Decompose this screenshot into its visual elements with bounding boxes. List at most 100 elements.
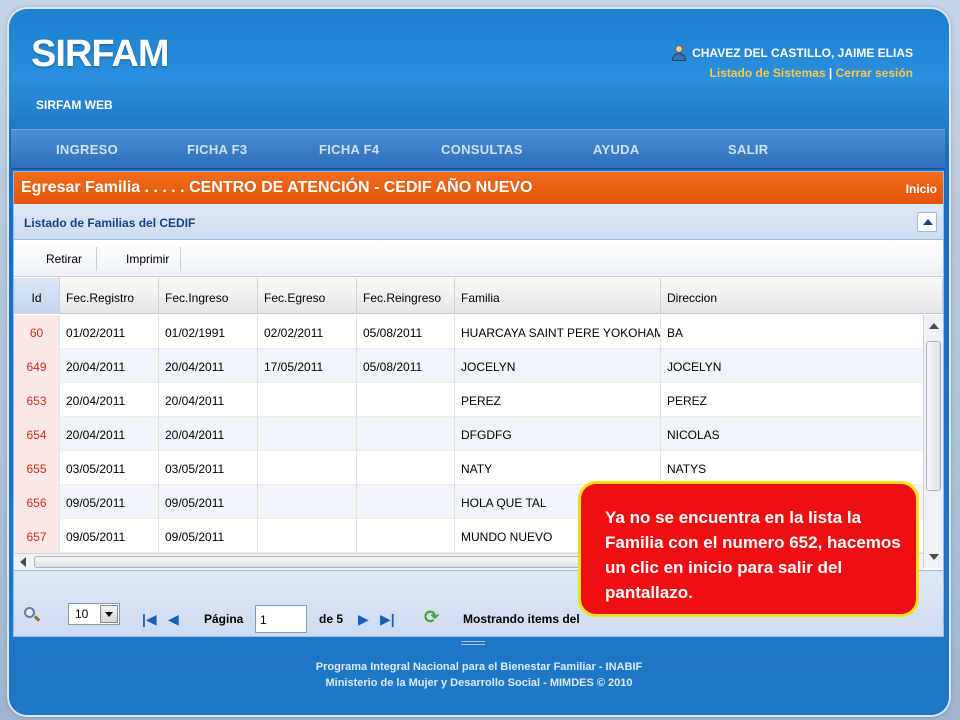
column-header-id[interactable]: Id [14,278,60,314]
table-row[interactable]: 60 01/02/2011 01/02/1991 02/02/2011 05/08/20… [14,315,924,349]
link-separator: | [825,66,836,80]
table-cell: 09/05/2011 [60,485,159,519]
page-label: Página [204,612,244,626]
table-cell: HUARCAYA SAINT PERE YOKOHAMA [455,315,661,349]
table-row[interactable]: 649 20/04/2011 20/04/2011 17/05/2011 05/08/2… [14,349,924,383]
table-cell: 20/04/2011 [159,383,258,417]
grid-toolbar: Retirar Imprimir [14,241,943,277]
table-cell: 20/04/2011 [159,417,258,451]
list-title: Listado de Familias del CEDIF [24,216,196,230]
scroll-down-icon[interactable] [929,554,939,560]
table-cell: NICOLAS [661,417,924,451]
next-page-icon[interactable]: ▶ [358,611,369,628]
scroll-left-icon[interactable] [20,557,26,567]
refresh-icon[interactable]: ⟳ [424,607,444,627]
menu-item-salir[interactable]: SALIR [728,142,769,157]
table-row[interactable]: 655 03/05/2011 03/05/2011 NATY NATYS [14,451,924,485]
menu-item-ficha-f3[interactable]: FICHA F3 [187,142,247,157]
last-page-icon[interactable]: ▶| [380,611,395,628]
footer-line-1: Programa Integral Nacional para el Biene… [315,661,643,673]
table-cell [258,417,357,451]
panel-titlebar: Egresar Familia . . . . . CENTRO DE ATEN… [14,172,943,204]
horizontal-scroll-thumb[interactable] [34,556,654,568]
systems-list-link[interactable]: Listado de Sistemas [710,66,826,80]
menu-item-consultas[interactable]: CONSULTAS [441,142,523,157]
toolbar-separator [96,247,97,271]
vertical-scrollbar[interactable] [923,315,943,568]
table-cell: 03/05/2011 [159,451,258,485]
user-icon [672,45,687,61]
row-id-cell: 654 [14,417,60,451]
row-id-cell: 656 [14,485,60,519]
page-of-label: de 5 [319,612,344,626]
search-icon[interactable] [24,607,42,625]
scroll-thumb[interactable] [926,341,941,491]
chevron-down-icon[interactable] [100,605,118,623]
table-cell [258,383,357,417]
table-cell: DFGDFG [455,417,661,451]
scroll-up-icon[interactable] [929,323,939,329]
retirar-button[interactable]: Retirar [46,252,82,266]
menu-item-ficha-f4[interactable]: FICHA F4 [319,142,379,157]
table-cell: 09/05/2011 [159,519,258,553]
page-size-value: 10 [75,607,89,621]
table-cell: 20/04/2011 [159,349,258,383]
row-id-cell: 60 [14,315,60,349]
table-cell [357,519,455,553]
footer: Programa Integral Nacional para el Biene… [9,659,949,691]
main-menu: INGRESO FICHA F3 FICHA F4 CONSULTAS AYUD… [11,129,945,169]
table-cell [357,383,455,417]
table-row[interactable]: 654 20/04/2011 20/04/2011 DFGDFG NICOLAS [14,417,924,451]
first-page-icon[interactable]: |◀ [142,611,157,628]
table-cell [357,417,455,451]
page-size-select[interactable]: 10 [68,603,120,625]
table-cell: 20/04/2011 [60,417,159,451]
table-cell: 05/08/2011 [357,349,455,383]
footer-line-2: Ministerio de la Mujer y Desarrollo Soci… [325,677,633,689]
table-cell: 01/02/1991 [159,315,258,349]
menu-item-ayuda[interactable]: AYUDA [593,142,640,157]
table-cell [357,485,455,519]
list-subheader: Listado de Familias del CEDIF [14,204,943,240]
table-cell: 20/04/2011 [60,349,159,383]
app-logo: SIRFAM [31,33,170,75]
table-cell: JOCELYN [455,349,661,383]
logout-link[interactable]: Cerrar sesión [836,66,913,80]
app-subtitle: SIRFAM WEB [36,98,113,112]
table-cell: BA [661,315,924,349]
column-header-fec-egreso[interactable]: Fec.Egreso [258,278,357,314]
table-cell [258,519,357,553]
resize-handle[interactable] [461,641,485,645]
annotation-callout: Ya no se encuentra en la lista la Famili… [578,481,919,617]
table-cell: 09/05/2011 [60,519,159,553]
row-id-cell: 655 [14,451,60,485]
column-header-fec-ingreso[interactable]: Fec.Ingreso [159,278,258,314]
toolbar-separator [180,247,181,271]
imprimir-button[interactable]: Imprimir [126,252,169,266]
table-cell: PEREZ [455,383,661,417]
table-cell: 01/02/2011 [60,315,159,349]
table-cell: 09/05/2011 [159,485,258,519]
inicio-button[interactable]: Inicio [906,182,937,196]
table-cell: NATYS [661,451,924,485]
row-id-cell: 657 [14,519,60,553]
row-id-cell: 653 [14,383,60,417]
prev-page-icon[interactable]: ◀ [168,611,179,628]
column-header-fec-reingreso[interactable]: Fec.Reingreso [357,278,455,314]
table-cell: 03/05/2011 [60,451,159,485]
table-row[interactable]: 653 20/04/2011 20/04/2011 PEREZ PEREZ [14,383,924,417]
table-cell [357,451,455,485]
collapse-icon[interactable] [917,212,937,232]
table-cell [258,485,357,519]
row-id-cell: 649 [14,349,60,383]
column-header-direccion[interactable]: Direccion [661,278,943,314]
column-header-fec-registro[interactable]: Fec.Registro [60,278,159,314]
table-cell: 02/02/2011 [258,315,357,349]
grid-header: Id Fec.Registro Fec.Ingreso Fec.Egreso F… [14,278,943,314]
column-header-familia[interactable]: Familia [455,278,661,314]
user-info: CHAVEZ DEL CASTILLO, JAIME ELIAS [672,45,913,61]
page-input[interactable]: 1 [255,605,307,633]
menu-item-ingreso[interactable]: INGRESO [56,142,118,157]
table-cell: 20/04/2011 [60,383,159,417]
table-cell: NATY [455,451,661,485]
